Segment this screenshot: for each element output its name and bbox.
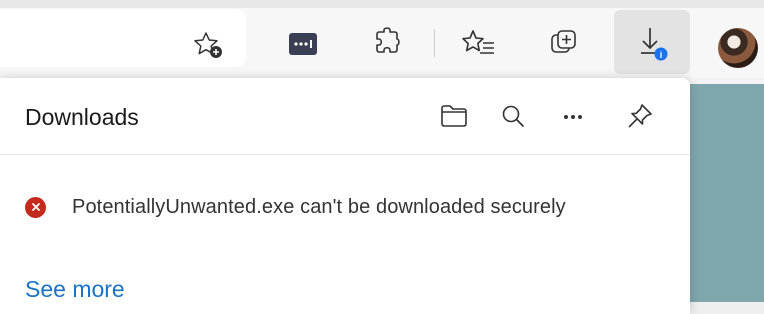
download-item[interactable]: PotentiallyUnwanted.exe can't be downloa… (25, 192, 566, 222)
folder-icon (441, 105, 467, 127)
page-background (690, 84, 764, 302)
panel-divider (0, 154, 690, 155)
download-item-text: PotentiallyUnwanted.exe can't be downloa… (72, 195, 566, 218)
search-downloads-button[interactable] (493, 96, 533, 136)
collections-icon[interactable] (544, 23, 584, 63)
password-manager-icon[interactable] (283, 24, 323, 64)
favorites-icon[interactable] (459, 24, 499, 64)
downloads-icon: i (641, 28, 668, 61)
downloads-button[interactable]: i (614, 10, 690, 74)
window-top-strip (0, 0, 764, 8)
see-more-link[interactable]: See more (25, 276, 125, 303)
downloads-badge: i (660, 50, 663, 60)
profile-avatar[interactable] (718, 28, 758, 68)
extensions-icon[interactable] (367, 22, 407, 62)
pin-icon (628, 104, 652, 128)
add-favorite-icon[interactable] (188, 25, 228, 65)
search-icon (502, 105, 524, 127)
more-options-button[interactable] (553, 96, 593, 136)
error-icon (25, 196, 46, 218)
open-folder-button[interactable] (434, 96, 474, 136)
downloads-title: Downloads (25, 104, 139, 130)
pin-button[interactable] (620, 96, 660, 136)
toolbar-separator (434, 29, 435, 57)
more-icon (564, 115, 582, 119)
downloads-panel: Downloads PotentiallyUnwanted.exe can't … (0, 78, 690, 314)
page-background-bottom (690, 302, 764, 314)
